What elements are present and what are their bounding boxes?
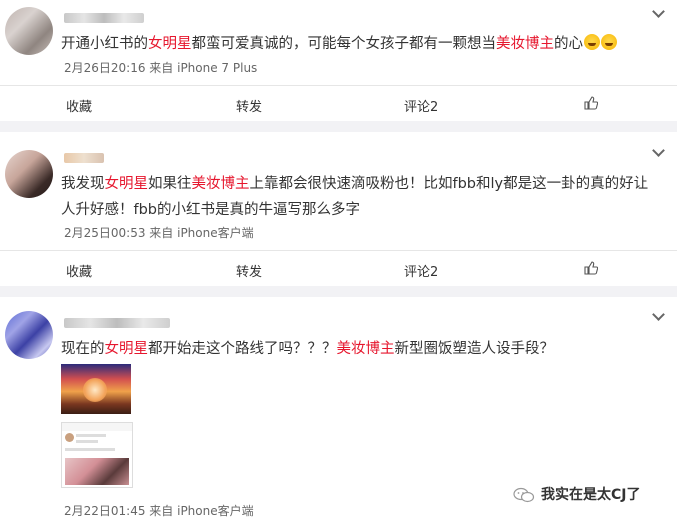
hashtag-link[interactable]: 美妆博主	[192, 176, 250, 192]
thumbs-up-icon[interactable]	[584, 96, 598, 110]
post-image-thumbnail[interactable]	[61, 422, 133, 488]
chevron-down-icon[interactable]	[653, 8, 663, 18]
forward-button[interactable]: 转发	[236, 96, 262, 115]
image-glow	[83, 378, 107, 402]
post-text: 现在的女明星都开始走这个路线了吗？？？美妆博主新型圈饭塑造人设手段？	[61, 341, 554, 357]
comment-button[interactable]: 评论2	[404, 96, 438, 115]
thumbs-up-icon[interactable]	[584, 261, 598, 275]
divider	[0, 250, 677, 251]
post-image-thumbnail[interactable]	[61, 364, 131, 414]
image-header	[62, 423, 132, 431]
post-meta: 2月25日00:53 来自 iPhone客户端	[64, 226, 254, 240]
laugh-cry-emoji	[601, 34, 617, 50]
image-avatar	[65, 433, 74, 442]
hashtag-link[interactable]: 美妆博主	[337, 341, 395, 357]
avatar[interactable]	[5, 150, 53, 198]
hashtag-link[interactable]: 女明星	[105, 341, 149, 357]
hashtag-link[interactable]: 女明星	[148, 36, 192, 52]
chevron-down-icon[interactable]	[653, 311, 663, 321]
favorite-button[interactable]: 收藏	[66, 96, 92, 115]
image-text-line	[76, 434, 106, 437]
watermark-text: 我实在是太CJ了	[541, 487, 641, 503]
post-meta: 2月22日01:45 来自 iPhone客户端	[64, 504, 254, 518]
avatar[interactable]	[5, 7, 53, 55]
post-text: 开通小红书的女明星都蛮可爱真诚的，可能每个女孩子都有一颗想当美妆博主的心	[61, 31, 661, 57]
hashtag-link[interactable]: 美妆博主	[496, 36, 554, 52]
favorite-button[interactable]: 收藏	[66, 261, 92, 280]
username-blurred[interactable]	[64, 13, 144, 23]
username-blurred[interactable]	[64, 153, 104, 163]
hashtag-link[interactable]: 女明星	[105, 176, 149, 192]
laugh-cry-emoji	[584, 34, 600, 50]
post-meta: 2月26日20:16 来自 iPhone 7 Plus	[64, 61, 258, 75]
image-text-line	[65, 448, 115, 451]
comment-button[interactable]: 评论2	[404, 261, 438, 280]
wechat-icon	[513, 487, 535, 503]
image-photo	[65, 458, 129, 485]
post-text: 我发现女明星如果往美妆博主上靠都会很快速滴吸粉也！比如fbb和ly都是这一卦的真…	[61, 176, 649, 218]
chevron-down-icon[interactable]	[653, 147, 663, 157]
divider	[0, 85, 677, 86]
avatar[interactable]	[5, 311, 53, 359]
image-text-line	[76, 440, 98, 443]
username-blurred[interactable]	[64, 318, 170, 328]
forward-button[interactable]: 转发	[236, 261, 262, 280]
